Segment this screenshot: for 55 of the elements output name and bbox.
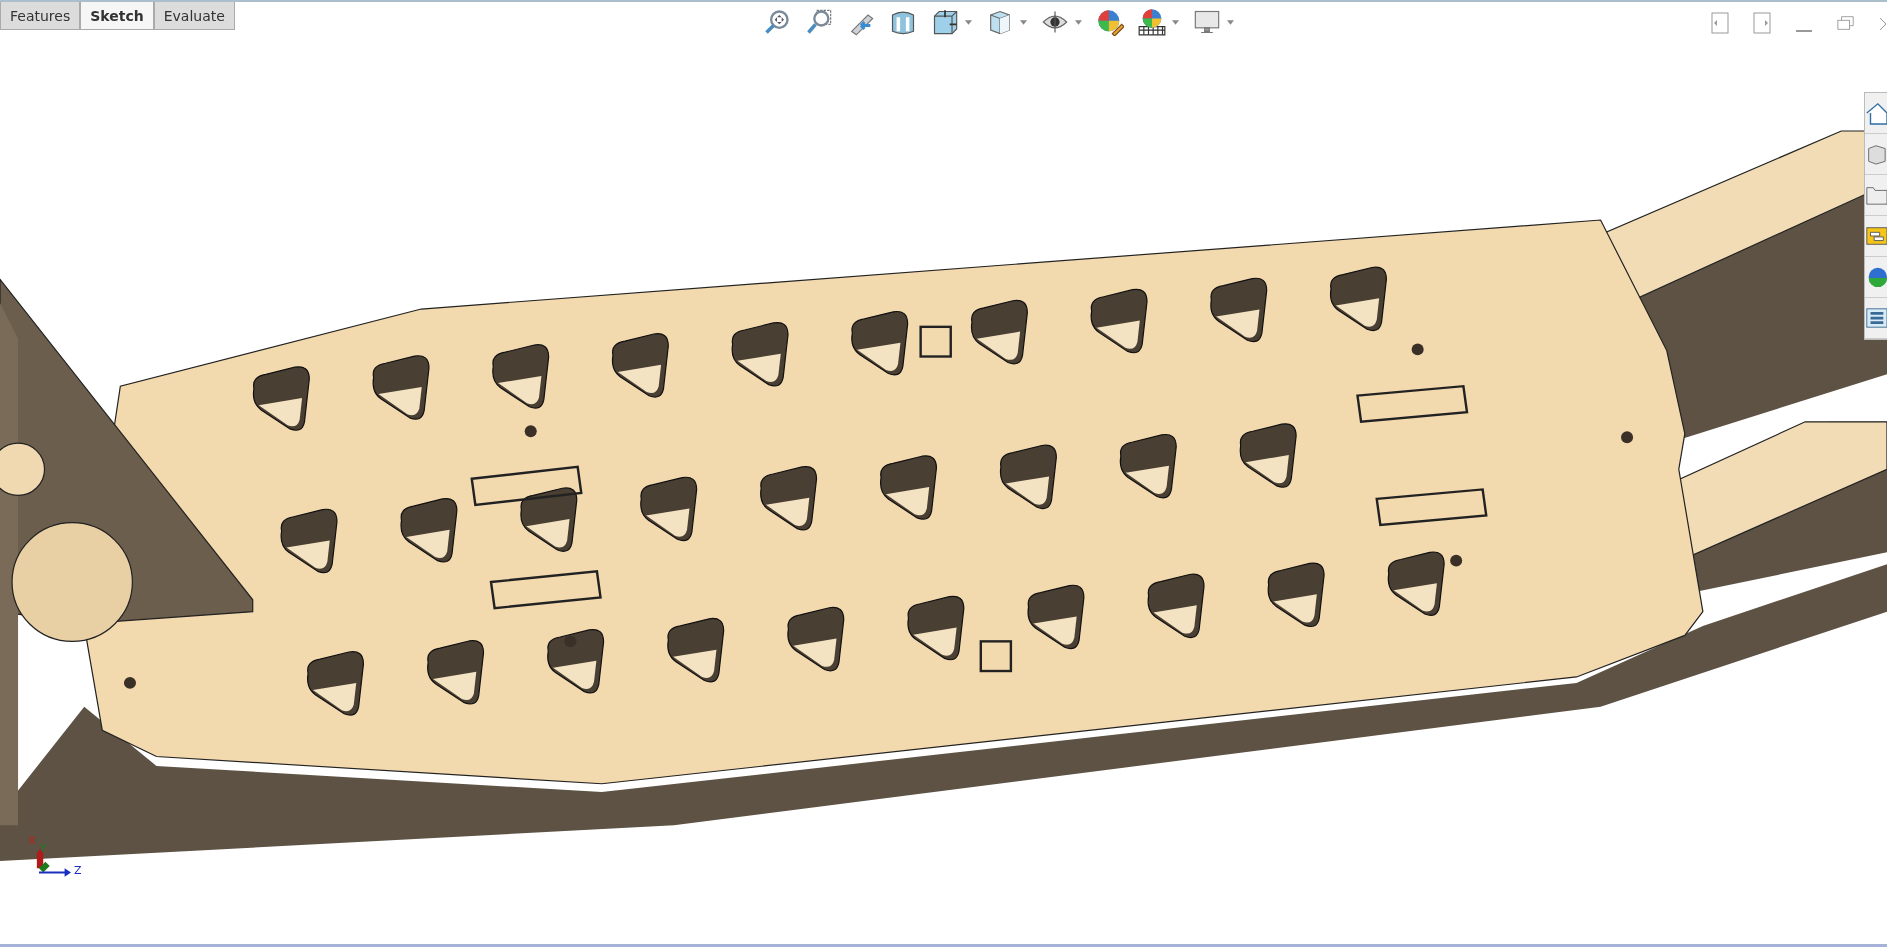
pin-hole bbox=[1621, 431, 1634, 444]
caret-icon[interactable] bbox=[1074, 19, 1082, 25]
slot-cutout bbox=[1119, 433, 1177, 499]
slot-cutout bbox=[787, 606, 845, 672]
pin-hole bbox=[1450, 554, 1463, 567]
slot-cutout bbox=[520, 487, 578, 552]
tile-left-icon[interactable] bbox=[1711, 12, 1729, 34]
slot-cutout bbox=[731, 321, 789, 387]
slot-cutout bbox=[1387, 551, 1445, 616]
slot-cutout bbox=[851, 310, 909, 376]
slot-cutout bbox=[372, 355, 430, 420]
slot-cutout bbox=[1090, 288, 1148, 354]
slot-cutout bbox=[492, 344, 550, 409]
slot-cutout bbox=[1147, 573, 1205, 639]
pin-hole bbox=[1411, 343, 1424, 356]
command-tab[interactable]: Features bbox=[0, 2, 81, 30]
slot-cutout bbox=[1329, 266, 1387, 332]
slot-cutout bbox=[880, 455, 938, 520]
caret-icon[interactable] bbox=[1019, 19, 1027, 25]
command-tab[interactable]: Evaluate bbox=[153, 2, 235, 30]
caret-icon[interactable] bbox=[1226, 19, 1234, 25]
bore-hole bbox=[0, 442, 46, 496]
pin-hole bbox=[564, 635, 577, 648]
slot-cutout bbox=[547, 628, 605, 694]
slot-cutout bbox=[760, 465, 818, 531]
scene-sphere-icon[interactable] bbox=[1137, 8, 1166, 36]
y-axis-label: Y bbox=[40, 843, 47, 854]
z-axis-label: Z bbox=[74, 865, 82, 876]
sketch-square bbox=[979, 640, 1013, 673]
slot-cutout bbox=[1239, 423, 1297, 488]
slot-cutout bbox=[427, 640, 485, 705]
slot-cutout bbox=[1027, 584, 1085, 650]
slot-cutout bbox=[280, 508, 338, 574]
pin-hole bbox=[123, 676, 136, 689]
x-axis-label: X bbox=[28, 835, 36, 846]
sketch-square bbox=[919, 325, 952, 358]
command-tab[interactable]: Sketch bbox=[80, 2, 154, 30]
caret-icon[interactable] bbox=[964, 19, 972, 25]
slot-cutout bbox=[640, 476, 698, 542]
slot-cutout bbox=[307, 651, 365, 716]
slot-cutout bbox=[611, 333, 669, 398]
monitor-icon[interactable] bbox=[1192, 8, 1221, 36]
tile-right-icon[interactable] bbox=[1753, 12, 1771, 34]
zoom-area-icon[interactable] bbox=[804, 8, 833, 36]
slot-cutout bbox=[1210, 277, 1268, 343]
slot-cutout bbox=[970, 299, 1028, 365]
slot-cutout bbox=[400, 498, 458, 563]
slot-cutout bbox=[1267, 562, 1325, 628]
caret-icon[interactable] bbox=[1171, 19, 1179, 25]
slot-cutout bbox=[907, 595, 965, 661]
slot-cutout bbox=[667, 617, 725, 683]
pin-hole bbox=[524, 425, 537, 438]
slot-cutout bbox=[252, 366, 310, 431]
appearance-sphere-icon[interactable] bbox=[1095, 8, 1124, 36]
slot-cutout bbox=[999, 444, 1057, 510]
